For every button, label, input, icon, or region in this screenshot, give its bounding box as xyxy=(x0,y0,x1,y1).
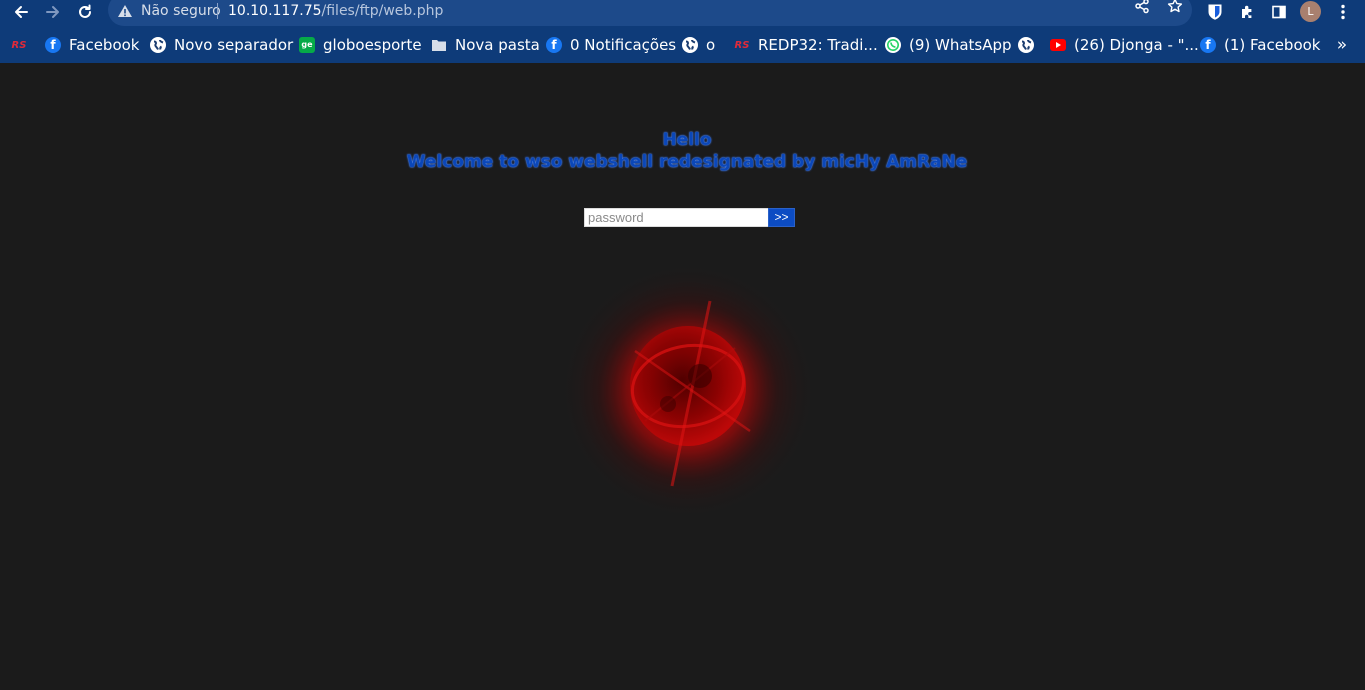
profile-avatar[interactable]: L xyxy=(1300,1,1321,22)
bookmark-label: Facebook xyxy=(69,36,140,54)
welcome-text: Welcome to wso webshell redesignated by … xyxy=(406,152,968,172)
bookmark-label: Nova pasta xyxy=(455,36,540,54)
bookmark-label: 0 Notificações xyxy=(570,36,677,54)
browser-menu-button[interactable] xyxy=(1332,1,1354,23)
login-form: >> xyxy=(584,208,796,227)
bookmarks-overflow-button[interactable]: » xyxy=(1334,33,1350,57)
folder-icon xyxy=(431,37,447,53)
bookmark-item[interactable]: Nova pasta xyxy=(431,33,540,57)
globe-icon xyxy=(1018,37,1034,53)
bookmark-label: (26) Djonga - "... xyxy=(1074,36,1199,54)
redsauce-icon: RS xyxy=(11,39,27,51)
bookmark-item[interactable]: (9) WhatsApp xyxy=(885,33,1012,57)
kebab-menu-icon xyxy=(1341,4,1345,20)
password-input[interactable] xyxy=(584,208,768,227)
extensions-button[interactable] xyxy=(1236,1,1258,23)
bookmark-item[interactable]: f (1) Facebook xyxy=(1200,33,1321,57)
bookmark-item[interactable]: f 0 Notificações xyxy=(546,33,676,57)
puzzle-icon xyxy=(1242,5,1252,18)
youtube-icon xyxy=(1050,37,1066,53)
submit-button[interactable]: >> xyxy=(768,208,795,227)
page-content: Hello Welcome to wso webshell redesignat… xyxy=(0,63,1365,690)
url-host: 10.10.117.75 xyxy=(228,3,322,19)
globe-icon xyxy=(150,37,166,53)
reload-icon xyxy=(79,4,91,18)
facebook-icon: f xyxy=(45,37,61,53)
whatsapp-icon xyxy=(885,37,901,53)
browser-toolbar: Não seguro 10.10.117.75/files/ftp/web.ph… xyxy=(0,0,1365,26)
facebook-icon: f xyxy=(546,37,562,53)
share-icon xyxy=(1135,0,1149,14)
side-panel-icon xyxy=(1272,5,1286,19)
bookmark-item[interactable]: RS xyxy=(11,33,35,57)
welcome-heading: Hello Welcome to wso webshell redesignat… xyxy=(0,129,1365,173)
bitwarden-extension-button[interactable] xyxy=(1204,1,1226,23)
share-button[interactable] xyxy=(1132,0,1152,16)
arrow-left-icon xyxy=(15,6,28,18)
bookmark-item[interactable]: Novo separador xyxy=(150,33,293,57)
url-path: /files/ftp/web.php xyxy=(321,3,444,19)
globe-icon xyxy=(682,37,698,53)
address-bar[interactable]: Não seguro 10.10.117.75/files/ftp/web.ph… xyxy=(108,0,1192,26)
warning-triangle-icon xyxy=(118,5,132,17)
address-separator xyxy=(217,3,218,19)
side-panel-button[interactable] xyxy=(1268,1,1290,23)
bookmark-item[interactable]: o xyxy=(682,33,715,57)
bookmarks-bar: RS f Facebook Novo separador ge globoesp… xyxy=(0,33,1365,57)
red-orb-image xyxy=(560,263,816,516)
bookmark-label: Novo separador xyxy=(174,36,294,54)
bookmark-label: (1) Facebook xyxy=(1224,36,1321,54)
url-text[interactable]: 10.10.117.75/files/ftp/web.php xyxy=(228,3,443,19)
star-icon xyxy=(1167,0,1183,13)
forward-button[interactable] xyxy=(39,0,67,24)
bookmark-item[interactable]: RS REDP32: Tradi... xyxy=(734,33,878,57)
bookmark-star-button[interactable] xyxy=(1165,0,1185,16)
redsauce-icon: RS xyxy=(734,39,750,51)
reload-button[interactable] xyxy=(71,0,99,24)
arrow-right-icon xyxy=(46,6,59,18)
security-label[interactable]: Não seguro xyxy=(141,3,221,19)
bookmark-item[interactable] xyxy=(1018,33,1042,57)
back-button[interactable] xyxy=(7,0,35,24)
greeting-text: Hello xyxy=(662,130,712,150)
bookmark-label: REDP32: Tradi... xyxy=(758,36,878,54)
bookmark-label: o xyxy=(706,36,716,54)
bookmark-label: (9) WhatsApp xyxy=(909,36,1012,54)
bookmark-item[interactable]: ge globoesporte xyxy=(299,33,422,57)
facebook-icon: f xyxy=(1200,37,1216,53)
bookmark-item[interactable]: f Facebook xyxy=(45,33,139,57)
bookmark-label: globoesporte xyxy=(323,36,422,54)
ge-icon: ge xyxy=(299,37,315,53)
browser-chrome: Não seguro 10.10.117.75/files/ftp/web.ph… xyxy=(0,0,1365,63)
shield-icon xyxy=(1208,4,1222,20)
bookmark-item[interactable]: (26) Djonga - "... xyxy=(1050,33,1199,57)
